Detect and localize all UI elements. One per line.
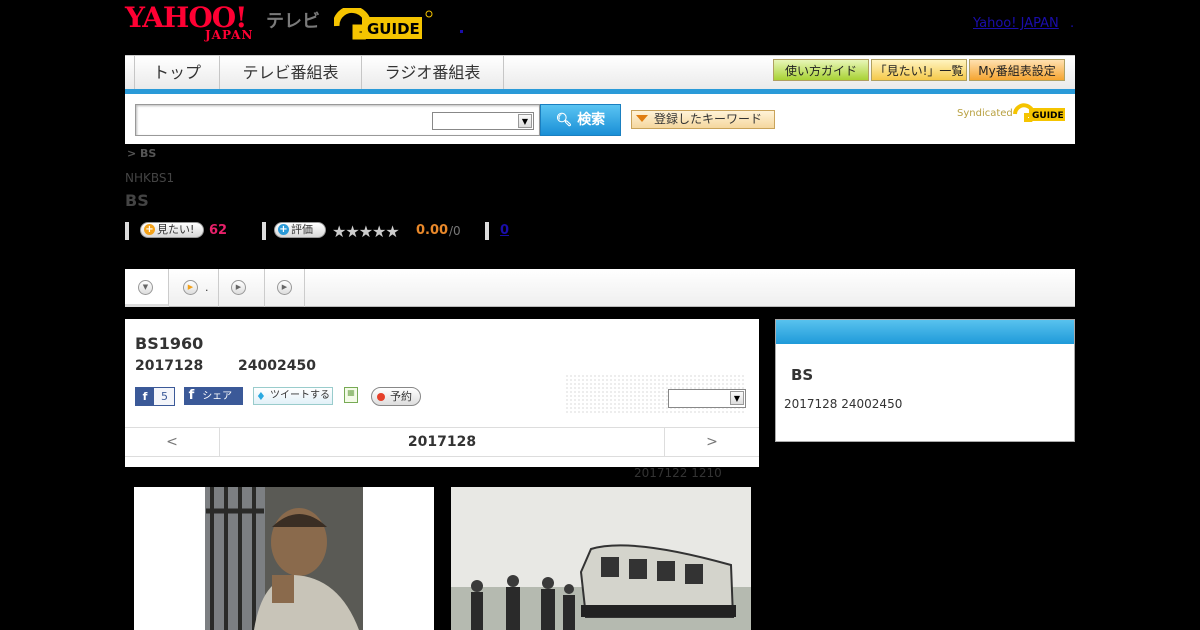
tab-second-label: . — [205, 281, 209, 294]
want-list-button[interactable]: 「見たい!」一覧 — [871, 59, 967, 81]
stat-divider — [262, 222, 266, 240]
channel-name: NHKBS1 — [125, 171, 175, 185]
logo-tv-text: テレビ — [266, 11, 320, 32]
facebook-like-count: 5 — [161, 390, 168, 403]
nav-tab-tv-guide[interactable]: テレビ番組表 — [220, 56, 362, 90]
syndicated-gguide-icon: GUIDE — [1013, 103, 1065, 122]
plus-icon: + — [278, 224, 289, 235]
tab-third[interactable]: ▶ — [219, 269, 265, 307]
program-detail-panel: BS1960 2017128 24002450 f 5 f シェア ♦ ツイート… — [125, 319, 759, 467]
rating-value: 0.00 — [416, 223, 449, 238]
chevron-down-icon: ▼ — [518, 114, 532, 128]
program-photo-bus[interactable] — [451, 487, 751, 630]
search-area: ▼ 🔍︎ 検索 登録したキーワード Syndicated GUIDE — [125, 94, 1075, 144]
tab-second[interactable]: ▶ . — [169, 269, 219, 307]
yahoo-japan-link[interactable]: Yahoo! JAPAN — [973, 16, 1059, 31]
usage-guide-button[interactable]: 使い方ガイド — [773, 59, 869, 81]
side-panel: BS 2017128 24002450 — [775, 319, 1075, 442]
want-button[interactable]: + 見たい! — [140, 222, 204, 238]
logo-japan-text: JAPAN — [205, 28, 254, 42]
side-panel-header — [776, 320, 1074, 344]
chevron-down-icon: ▼ — [730, 391, 744, 405]
want-count: 62 — [209, 223, 228, 238]
broadcast-date: 2017128 — [135, 358, 204, 374]
dropdown-arrow-icon — [636, 115, 648, 122]
saved-keywords-label: 登録したキーワード — [654, 112, 763, 126]
header-link-separator: . — [1070, 16, 1075, 31]
program-photo-prison[interactable] — [134, 487, 434, 630]
review-count-link[interactable]: 0 — [500, 223, 509, 238]
search-button[interactable]: 🔍︎ 検索 — [540, 104, 621, 136]
tab-overview[interactable]: ▼ — [125, 269, 169, 307]
next-day-button[interactable]: > — [664, 428, 759, 456]
side-panel-date: 2017128 24002450 — [784, 397, 903, 411]
reserve-button[interactable]: 予約 — [371, 387, 421, 406]
header-dot — [460, 30, 463, 33]
my-guide-settings-button[interactable]: My番組表設定 — [969, 59, 1065, 81]
rate-button[interactable]: + 評価 — [274, 222, 326, 238]
plus-icon: + — [144, 224, 155, 235]
twitter-bird-icon: ♦ — [256, 390, 266, 403]
yahoo-japan-logo[interactable]: YAHOO! JAPAN — [125, 4, 261, 43]
want-button-label: 見たい! — [157, 223, 195, 236]
tweet-label: ツイートする — [270, 390, 330, 401]
gguide-logo-icon: GUIDE — [332, 5, 433, 40]
search-button-label: 検索 — [577, 112, 606, 128]
burned-bus-photo-image — [451, 487, 751, 630]
breadcrumb[interactable]: > BS — [127, 147, 156, 160]
svg-text:GUIDE: GUIDE — [1032, 111, 1064, 121]
program-title: BS1960 — [135, 334, 204, 353]
play-icon: ▶ — [231, 280, 246, 295]
update-timestamp: 2017122 1210 — [634, 466, 722, 480]
page-title: BS — [125, 191, 149, 210]
prison-photo-image — [205, 487, 363, 630]
play-icon: ▶ — [183, 280, 198, 295]
search-icon: 🔍︎ — [555, 113, 573, 128]
chevron-down-icon: ▼ — [138, 280, 153, 295]
program-tabstrip: ▼ ▶ . ▶ ▶ — [125, 269, 1075, 307]
search-category-select[interactable]: ▼ — [432, 112, 534, 130]
tab-fourth[interactable]: ▶ — [265, 269, 305, 307]
side-panel-title: BS — [791, 366, 814, 384]
broadcast-time: 24002450 — [238, 358, 316, 374]
tweet-button[interactable]: ♦ ツイートする — [253, 387, 333, 405]
nav-tab-radio-guide[interactable]: ラジオ番組表 — [362, 56, 504, 90]
gguide-logo[interactable]: GUIDE — [332, 5, 434, 42]
date-navigation: < 2017128 > — [125, 427, 759, 457]
nav-tab-top[interactable]: トップ — [135, 56, 220, 90]
rating-total: /0 — [449, 224, 461, 238]
stat-divider — [125, 222, 129, 240]
play-icon: ▶ — [277, 280, 292, 295]
calendar-add-icon[interactable]: ▦ — [344, 387, 358, 403]
facebook-icon: f — [188, 388, 195, 403]
svg-text:GUIDE: GUIDE — [367, 20, 420, 38]
facebook-share-button[interactable]: f シェア — [184, 387, 243, 405]
current-date: 2017128 — [407, 434, 477, 450]
facebook-icon: f — [136, 388, 154, 405]
stat-divider — [485, 222, 489, 240]
rate-button-label: 評価 — [291, 223, 313, 236]
reserve-device-select[interactable]: ▼ — [668, 389, 746, 408]
global-nav: トップ テレビ番組表 ラジオ番組表 使い方ガイド 「見たい!」一覧 My番組表設… — [125, 55, 1075, 91]
previous-day-button[interactable]: < — [125, 428, 220, 456]
facebook-like-button[interactable]: f 5 — [135, 387, 175, 406]
rating-stars: ★★★★★ — [332, 222, 400, 241]
syndicated-label: Syndicated — [957, 108, 1013, 119]
record-dot-icon — [377, 393, 385, 401]
share-label: シェア — [202, 391, 233, 402]
saved-keywords-button[interactable]: 登録したキーワード — [631, 110, 775, 129]
reserve-label: 予約 — [390, 390, 412, 403]
nav-left-cap — [125, 56, 135, 90]
